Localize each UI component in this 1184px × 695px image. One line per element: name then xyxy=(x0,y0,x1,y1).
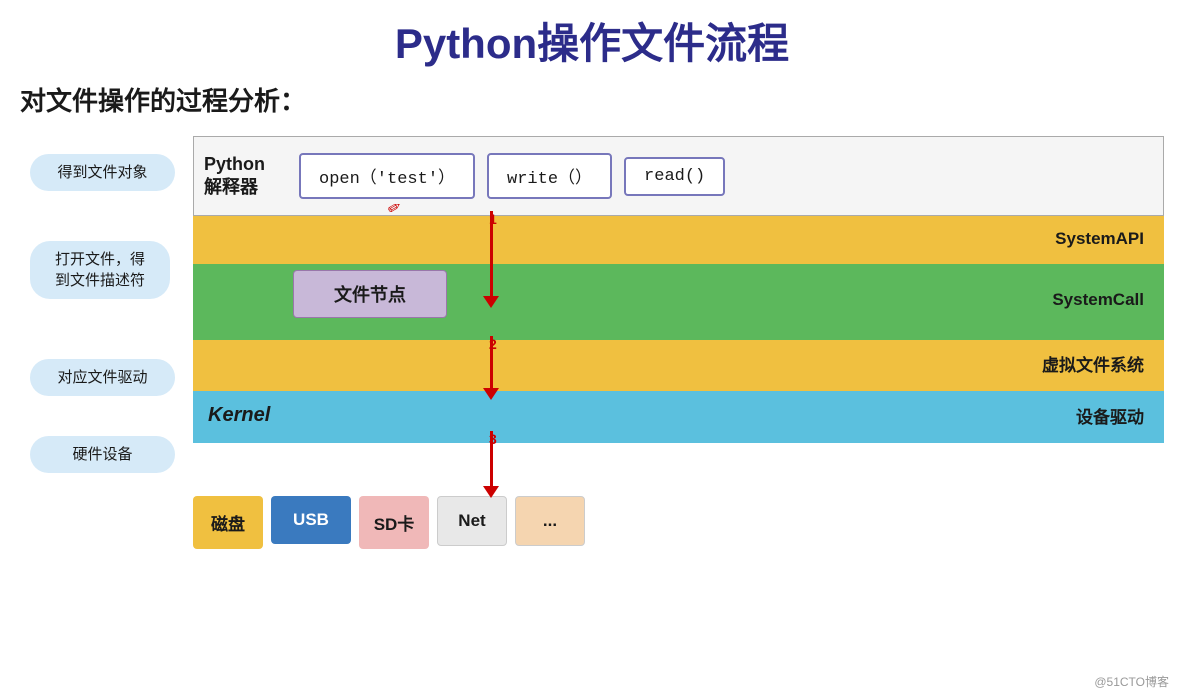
diagram-area: 得到文件对象 打开文件，得到文件描述符 对应文件驱动 硬件设备 Python 解… xyxy=(30,136,1164,616)
file-node-box: 文件节点 xyxy=(293,270,447,318)
label-get-file: 得到文件对象 xyxy=(30,154,175,191)
stack-container: Python 解释器 open（'test'） write（） read() ✏… xyxy=(193,136,1164,616)
vfs-layer: 虚拟文件系统 xyxy=(193,336,1164,391)
vfs-label: 虚拟文件系统 xyxy=(1042,351,1144,376)
label-file-driver: 对应文件驱动 xyxy=(30,359,175,396)
arrow-1: 1 xyxy=(483,211,499,308)
label-open-file: 打开文件，得到文件描述符 xyxy=(30,241,170,299)
func-open: open（'test'） xyxy=(299,153,475,199)
func-read: read() xyxy=(624,157,725,196)
kernel-label: Kernel xyxy=(208,404,270,427)
watermark: @51CTO博客 xyxy=(1094,673,1169,690)
arrow-3-number: 3 xyxy=(489,431,497,447)
python-functions: open（'test'） write（） read() xyxy=(299,153,1163,199)
systemapi-layer: SystemAPI xyxy=(193,214,1164,264)
hw-disk: 磁盘 xyxy=(193,496,263,549)
hw-dots: ... xyxy=(515,496,585,546)
main-title: Python操作文件流程 xyxy=(20,10,1164,71)
arrow-2: 2 xyxy=(483,336,499,400)
syscall-label: SystemCall xyxy=(1052,290,1144,310)
sub-title: 对文件操作的过程分析： xyxy=(20,81,1164,118)
arrow-1-number: 1 xyxy=(489,211,497,227)
device-driver-label: 设备驱动 xyxy=(1076,403,1144,428)
kernel-layer: Kernel 设备驱动 xyxy=(193,388,1164,443)
func-write: write（） xyxy=(487,153,612,199)
left-labels: 得到文件对象 打开文件，得到文件描述符 对应文件驱动 硬件设备 xyxy=(30,136,175,616)
hw-net: Net xyxy=(437,496,507,546)
python-layer: Python 解释器 open（'test'） write（） read() xyxy=(193,136,1164,216)
main-container: Python操作文件流程 对文件操作的过程分析： 得到文件对象 打开文件，得到文… xyxy=(0,0,1184,695)
hw-sd: SD卡 xyxy=(359,496,429,549)
hw-usb: USB xyxy=(271,496,351,544)
python-label: Python 解释器 xyxy=(204,153,289,200)
label-hardware: 硬件设备 xyxy=(30,436,175,473)
hardware-layer: 磁盘 USB SD卡 Net ... xyxy=(193,491,1164,591)
arrow-2-number: 2 xyxy=(489,336,497,352)
arrow-3: 3 xyxy=(483,431,499,498)
systemapi-label: SystemAPI xyxy=(1055,229,1144,249)
